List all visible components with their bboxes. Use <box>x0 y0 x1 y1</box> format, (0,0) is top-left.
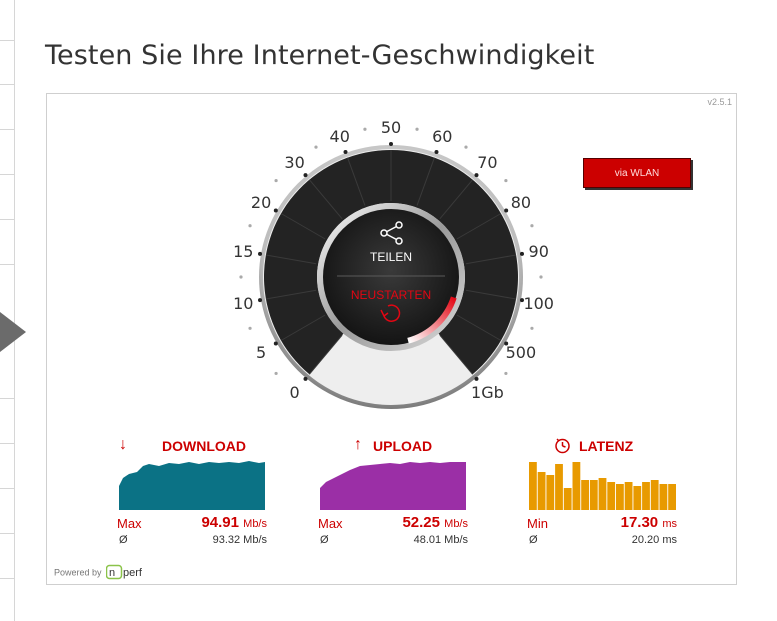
latency-bar <box>529 462 537 510</box>
latency-min-label: Min <box>527 516 548 531</box>
gauge-tick-marker <box>519 251 524 256</box>
upload-max-label: Max <box>318 516 343 531</box>
latency-bar <box>572 462 581 510</box>
latency-bar <box>616 484 624 510</box>
gauge-tick-marker <box>389 142 393 146</box>
nperf-logo[interactable]: n perf <box>105 564 158 582</box>
gauge-scale-dot <box>530 224 534 228</box>
latency-bar <box>659 484 668 510</box>
latency-min-unit: ms <box>662 518 677 530</box>
gauge-scale-label: 5 <box>256 343 266 362</box>
gauge-tick-marker <box>273 208 278 213</box>
gauge-scale-label: 20 <box>251 193 271 212</box>
gauge-scale-dot <box>248 326 252 330</box>
gauge-scale-dot <box>274 178 278 183</box>
gauge-scale-label: 30 <box>284 153 304 172</box>
stopwatch-icon <box>555 438 570 454</box>
upload-avg-symbol: Ø <box>320 534 329 546</box>
page-title: Testen Sie Ihre Internet-Geschwindigkeit <box>45 40 595 71</box>
share-button[interactable]: TEILEN <box>370 250 412 264</box>
gauge-scale-dot <box>504 178 508 183</box>
download-avg-value: 93.32 Mb/s <box>212 534 267 546</box>
latency-bar <box>668 484 676 510</box>
gauge-tick-marker <box>519 298 524 303</box>
gauge-scale-label: 80 <box>511 193 531 212</box>
upload-label: UPLOAD <box>373 438 433 454</box>
gauge-scale-dot <box>539 275 543 279</box>
gauge-scale-dot <box>314 145 318 149</box>
latency-bar <box>633 486 642 510</box>
upload-graph <box>320 462 466 510</box>
latency-bar <box>537 472 546 510</box>
left-sidebar <box>0 0 15 621</box>
latency-bar <box>563 488 572 510</box>
download-max-value: 94.91 <box>201 514 239 531</box>
download-avg-symbol: Ø <box>119 534 128 546</box>
gauge-scale-dot <box>248 224 252 228</box>
gauge-tick-marker <box>434 150 439 155</box>
download-max-unit: Mb/s <box>243 518 267 530</box>
arrow-up-icon: ↑ <box>354 436 362 453</box>
gauge-scale-label: 40 <box>330 127 350 146</box>
gauge-scale-label: 10 <box>233 294 253 313</box>
gauge-scale-label: 0 <box>289 383 299 402</box>
powered-by: Powered by n perf <box>54 564 158 582</box>
gauge-tick-marker <box>504 208 509 213</box>
gauge-scale-label: 90 <box>529 242 549 261</box>
gauge-scale-label: 60 <box>432 127 452 146</box>
upload-max-value: 52.25 <box>402 514 440 531</box>
gauge-scale-dot <box>274 371 278 376</box>
gauge-tick-marker <box>258 251 263 256</box>
gauge-tick-marker <box>303 173 308 178</box>
latency-bar <box>581 480 589 510</box>
latency-bar <box>546 475 555 510</box>
latency-avg-value: 20.20 ms <box>631 534 677 546</box>
latency-bar <box>642 482 650 510</box>
latency-bar <box>650 480 659 510</box>
download-max-label: Max <box>117 516 142 531</box>
gauge-scale-label: 15 <box>233 242 253 261</box>
upload-max-unit: Mb/s <box>444 518 468 530</box>
nperf-logo-icon: n perf <box>105 564 143 580</box>
latency-bar <box>624 482 633 510</box>
latency-avg-symbol: Ø <box>529 534 538 546</box>
gauge-tick-marker <box>343 150 348 155</box>
gauge-scale-label: 50 <box>381 118 401 137</box>
latency-bar <box>555 464 563 510</box>
latency-min-value: 17.30 <box>620 514 659 531</box>
sidebar-active-arrow-icon[interactable] <box>0 312 26 352</box>
powered-by-label: Powered by <box>54 567 102 578</box>
gauge-scale-label: 500 <box>506 343 537 362</box>
gauge-tick-marker <box>474 376 479 381</box>
gauge-scale-dot <box>530 326 534 330</box>
gauge-scale-label: 70 <box>477 153 497 172</box>
gauge-scale-label: 100 <box>523 294 554 313</box>
gauge-scale-dot <box>415 127 419 131</box>
gauge-tick-marker <box>504 341 509 346</box>
latency-label: LATENZ <box>579 438 634 454</box>
speed-gauge: 0 5 10 15 20 30 40 50 60 70 80 90 100 500 1Gb TEILEN N… <box>233 118 554 409</box>
arrow-down-icon: ↓ <box>119 436 127 453</box>
download-label: DOWNLOAD <box>162 438 246 454</box>
gauge-scale-label: 1Gb <box>471 383 504 402</box>
speedtest-widget: v2.5.1 via WLAN 0 5 10 15 20 30 40 50 60… <box>46 93 737 585</box>
gauge-tick-marker <box>258 298 263 303</box>
download-graph <box>119 461 265 510</box>
restart-button[interactable]: NEUSTARTEN <box>351 288 431 302</box>
upload-avg-value: 48.01 Mb/s <box>413 534 468 546</box>
latency-bar <box>607 482 616 510</box>
gauge-scale-dot <box>363 127 367 131</box>
svg-text:n: n <box>109 567 115 579</box>
gauge-scale-dot <box>504 371 508 376</box>
latency-graph <box>529 462 676 510</box>
gauge-scale-dot <box>239 275 243 279</box>
latency-bar <box>598 478 607 510</box>
gauge-tick-marker <box>474 173 479 178</box>
gauge-tick-marker <box>303 376 308 381</box>
gauge-tick-marker <box>273 341 278 346</box>
svg-text:perf: perf <box>123 567 143 579</box>
gauge-scale-dot <box>464 145 468 149</box>
latency-bar <box>589 480 598 510</box>
